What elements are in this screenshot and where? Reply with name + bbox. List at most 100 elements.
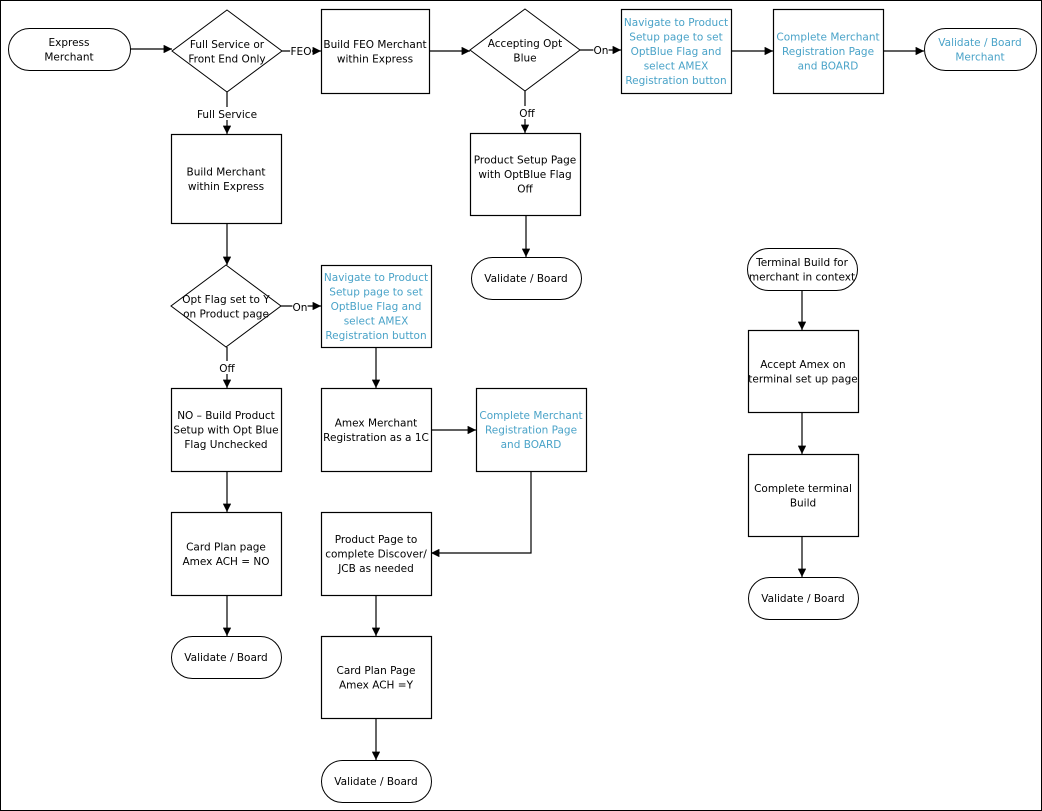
node-text-line: Build — [790, 497, 816, 509]
node-text-line: Navigate to Product — [324, 272, 428, 284]
node-full-service-decision: Full Service or Front End Only — [171, 9, 283, 93]
process-box — [747, 329, 860, 414]
process-box — [320, 387, 433, 473]
node-text-line: Full Service or — [190, 39, 265, 51]
decision-diamond — [469, 8, 581, 92]
node-accept-amex-terminal: Accept Amex on terminal set up page — [747, 329, 860, 414]
node-text-line: Setup page to set — [329, 287, 422, 299]
node-text-line: select AMEX — [644, 61, 709, 73]
node-no-build-product: NO – Build Product Setup with Opt Blue Fla… — [170, 387, 283, 473]
process-box — [320, 8, 431, 95]
edge-label: On — [293, 302, 308, 314]
node-text-line: Opt Flag set to Y — [182, 294, 270, 306]
terminator-shape — [924, 28, 1037, 71]
node-product-page-discover: Product Page to complete Discover/JCB as … — [320, 511, 433, 597]
node-text-line: and BOARD — [798, 61, 859, 73]
node-text-line: Express — [48, 37, 89, 49]
terminator-shape — [8, 28, 131, 71]
node-text-line: Accepting Opt — [488, 38, 562, 50]
node-text-line: Amex ACH = NO — [182, 556, 269, 568]
node-card-plan-no: Card Plan page Amex ACH = NO — [170, 511, 283, 597]
node-complete-reg-top: Complete Merchant Registration Page and BO… — [772, 8, 885, 95]
node-text-line: Complete Merchant — [479, 410, 582, 422]
node-build-feo: Build FEO Merchant within Express — [320, 8, 431, 95]
node-text-line: Navigate to Product — [624, 17, 728, 29]
node-text-line: Setup with Opt Blue — [173, 425, 278, 437]
node-text-line: Registration as a 1C — [323, 432, 429, 444]
node-validate-board-mid: Validate / Board — [471, 257, 582, 300]
node-text-line: Card Plan Page — [337, 665, 416, 677]
node-text-line: Registration Page — [485, 425, 577, 437]
process-box — [320, 635, 433, 720]
node-text-line: merchant in context — [749, 271, 855, 283]
node-text-line: Terminal Build for — [755, 257, 849, 269]
node-text-line: Front End Only — [188, 53, 265, 65]
node-text-line: Product Setup Page — [474, 155, 577, 167]
node-product-setup-off: Product Setup Page with OptBlue Flag Off — [469, 132, 582, 217]
node-express-merchant: Express Merchant — [8, 28, 131, 71]
node-text-line: Card Plan page — [186, 541, 266, 553]
node-text-line: Flag Unchecked — [184, 439, 267, 451]
node-complete-reg-mid: Complete Merchant Registration Page and BO… — [475, 387, 588, 473]
decision-diamond — [171, 9, 283, 93]
node-text-line: Registration button — [325, 330, 426, 342]
edge-label: Full Service — [197, 109, 257, 121]
node-text-line: with OptBlue Flag — [478, 169, 571, 181]
node-card-plan-y: Card Plan Page Amex ACH =Y — [320, 635, 433, 720]
node-text-line: Registration Page — [782, 46, 874, 58]
node-text-line: Complete Merchant — [776, 32, 879, 44]
node-text-line: Merchant — [44, 51, 93, 63]
process-box — [747, 453, 860, 538]
edge-label: FEO — [291, 46, 312, 58]
node-text-line: Merchant — [955, 51, 1004, 63]
node-text-line: Validate / Board — [334, 776, 417, 788]
node-accepting-optblue: Accepting Opt Blue — [469, 8, 581, 92]
edge-label: On — [594, 45, 609, 57]
node-text-line: Validate / Board — [184, 652, 267, 664]
node-validate-board-right: Validate / Board — [748, 577, 859, 620]
node-text-line: Build Merchant — [187, 166, 266, 178]
node-text-line: Validate / Board — [761, 593, 844, 605]
node-text-line: select AMEX — [344, 316, 409, 328]
node-text-line: within Express — [337, 53, 413, 65]
node-text-line: Blue — [513, 52, 536, 64]
node-text-line: Amex Merchant — [335, 417, 417, 429]
node-validate-board-merchant: Validate / Board Merchant — [924, 28, 1037, 71]
node-text-line: and BOARD — [501, 439, 562, 451]
node-text-line: on Product page — [183, 308, 269, 320]
process-box — [170, 133, 283, 225]
node-text-line: complete Discover/ — [325, 549, 427, 561]
node-opt-flag-decision: Opt Flag set to Y on Product page — [170, 264, 282, 348]
connector-arrow — [431, 471, 532, 558]
node-text-line: JCB as needed — [337, 563, 414, 575]
node-terminal-build: Terminal Build for merchant in context — [747, 248, 858, 291]
node-build-merchant: Build Merchant within Express — [170, 133, 283, 225]
node-text-line: Amex ACH =Y — [339, 679, 414, 691]
node-text-line: Validate / Board — [484, 273, 567, 285]
node-text-line: terminal set up page — [748, 373, 857, 385]
edge-label: Off — [519, 108, 535, 120]
node-navigate-mid: Navigate to Product Setup page to set OptB… — [320, 264, 433, 349]
node-text-line: Registration button — [625, 75, 726, 87]
decision-diamond — [170, 264, 282, 348]
node-text-line: within Express — [188, 181, 264, 193]
node-text-line: Build FEO Merchant — [323, 39, 426, 51]
node-amex-registration: Amex Merchant Registration as a 1C — [320, 387, 433, 473]
node-navigate-top: Navigate to Product Setup page to set OptB… — [620, 8, 733, 95]
flowchart: Express Merchant Full Service or Front End … — [8, 8, 1037, 803]
node-text-line: Product Page to — [335, 534, 418, 546]
edge-label: Off — [219, 363, 235, 375]
node-text-line: Off — [517, 184, 533, 196]
node-text-line: Validate / Board — [938, 37, 1021, 49]
node-text-line: NO – Build Product — [177, 410, 275, 422]
node-validate-board-center: Validate / Board — [321, 760, 432, 803]
terminator-shape — [747, 248, 858, 291]
node-text-line: Accept Amex on — [760, 359, 845, 371]
node-text-line: Setup page to set — [629, 32, 722, 44]
node-text-line: Complete terminal — [754, 483, 852, 495]
process-box — [170, 511, 283, 597]
node-text-line: OptBlue Flag and — [331, 301, 422, 313]
node-validate-board-left: Validate / Board — [171, 636, 282, 679]
node-complete-terminal: Complete terminal Build — [747, 453, 860, 538]
node-text-line: OptBlue Flag and — [631, 46, 722, 58]
